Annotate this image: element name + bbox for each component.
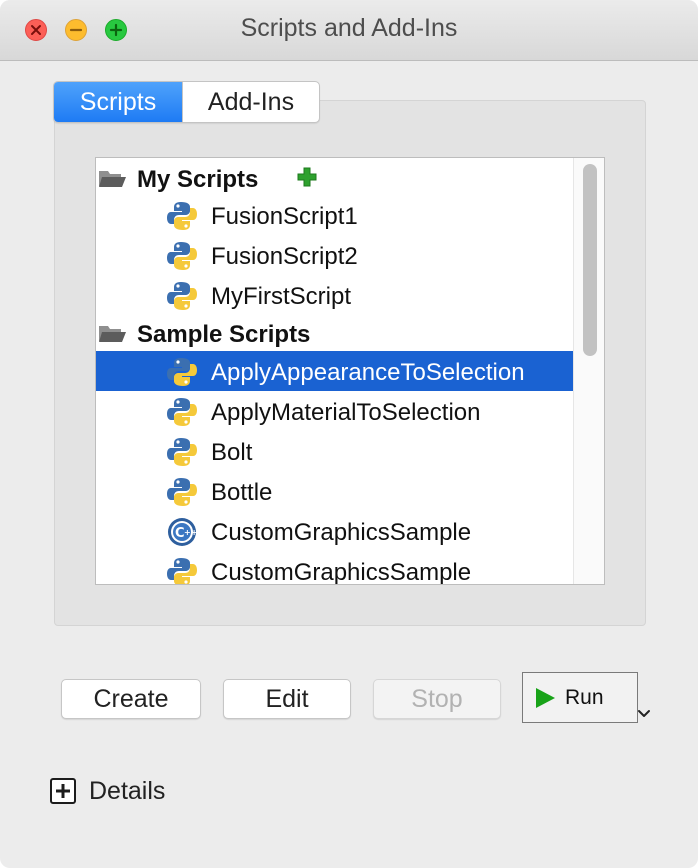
edit-button[interactable]: Edit	[223, 679, 351, 719]
python-icon	[167, 282, 197, 310]
python-icon	[167, 242, 197, 270]
tree-item-label: Bolt	[211, 439, 253, 466]
run-button-label: Run	[565, 686, 604, 709]
tree-item-fusionscript1[interactable]: FusionScript1	[96, 195, 574, 235]
plus-icon	[56, 784, 70, 798]
chevron-down-icon[interactable]	[636, 705, 652, 725]
tab-scripts[interactable]: Scripts	[54, 82, 182, 122]
tree-folder-sample-scripts[interactable]: Sample Scripts	[96, 313, 574, 353]
tree-item-label: ApplyMaterialToSelection	[211, 399, 481, 426]
tree-item-label: MyFirstScript	[211, 283, 351, 310]
create-button[interactable]: Create	[61, 679, 201, 719]
cpp-icon: C ++	[168, 518, 197, 546]
tree-item-applymaterialtoselection[interactable]: ApplyMaterialToSelection	[96, 391, 574, 431]
play-icon	[536, 688, 555, 708]
tree-item-bottle[interactable]: Bottle	[96, 471, 574, 511]
run-button[interactable]: Run	[522, 672, 638, 723]
tree-scrollbar[interactable]	[573, 158, 604, 584]
python-icon	[167, 358, 197, 386]
tab-bar: Scripts Add-Ins	[53, 81, 320, 123]
tree-item-label: FusionScript2	[211, 243, 358, 270]
python-icon	[167, 202, 197, 230]
tree-item-fusionscript2[interactable]: FusionScript2	[96, 235, 574, 275]
stop-button[interactable]: Stop	[373, 679, 501, 719]
tree-item-label: Bottle	[211, 479, 273, 506]
tree-item-label: ApplyAppearanceToSelection	[211, 359, 525, 386]
window-title: Scripts and Add-Ins	[240, 14, 458, 42]
scripts-window: Scripts and Add-Ins Scripts Add-Ins My S…	[0, 0, 698, 868]
add-icon[interactable]	[296, 166, 318, 188]
scripts-tree[interactable]: My Scripts FusionScript1 FusionScript2 M…	[95, 157, 605, 585]
folder-icon	[99, 326, 126, 342]
python-icon	[167, 478, 197, 506]
svg-text:++: ++	[184, 528, 197, 537]
tree-item-label: FusionScript1	[211, 203, 358, 230]
tree-item-customgraphicssample-py[interactable]: CustomGraphicsSample	[96, 551, 574, 585]
tree-item-bolt[interactable]: Bolt	[96, 431, 574, 471]
tree-folder-my-scripts[interactable]: My Scripts	[96, 158, 574, 198]
tree-item-myfirstscript[interactable]: MyFirstScript	[96, 275, 574, 315]
tree-item-applyappearancetoselection[interactable]: ApplyAppearanceToSelection	[96, 351, 574, 391]
tree-folder-label: My Scripts	[137, 166, 259, 193]
tree-folder-label: Sample Scripts	[137, 321, 311, 348]
details-label: Details	[89, 777, 166, 805]
tab-add-ins[interactable]: Add-Ins	[182, 82, 319, 122]
tree-item-customgraphicssample-cpp[interactable]: C ++ CustomGraphicsSample	[96, 511, 574, 551]
python-icon	[167, 438, 197, 466]
tree-item-label: CustomGraphicsSample	[211, 519, 472, 546]
python-icon	[167, 398, 197, 426]
folder-icon	[99, 171, 126, 187]
python-icon	[167, 558, 197, 584]
title-bar: Scripts and Add-Ins	[0, 0, 698, 61]
scrollbar-thumb[interactable]	[583, 164, 597, 356]
tree-item-label: CustomGraphicsSample	[211, 559, 472, 585]
details-expand-button[interactable]	[50, 778, 76, 804]
